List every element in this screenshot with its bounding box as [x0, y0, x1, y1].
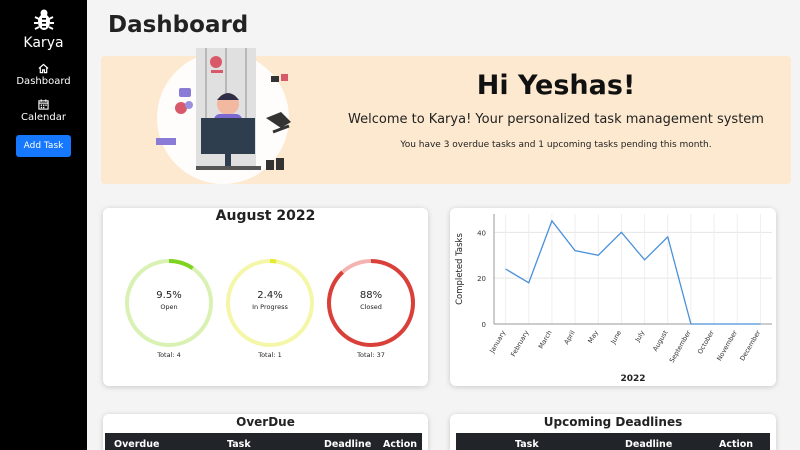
- open-label: Open: [160, 303, 178, 311]
- column-header-overdue: Overdue: [114, 439, 160, 450]
- column-header-deadline: Deadline: [625, 439, 673, 450]
- welcome-banner: Hi Yeshas! Welcome to Karya! Your person…: [101, 48, 791, 184]
- x-tick-label: May: [586, 329, 600, 345]
- x-tick-label: November: [715, 329, 739, 363]
- x-tick-label: October: [696, 329, 716, 356]
- column-header-task: Task: [227, 439, 251, 450]
- closed-label: Closed: [360, 303, 382, 311]
- x-tick-label: August: [651, 329, 670, 353]
- greeting: Hi Yeshas!: [476, 70, 636, 101]
- monthly-summary-card: August 2022 9.5% Open Total: 4 2.4% In P…: [103, 208, 428, 386]
- upcoming-deadlines-card: Upcoming Deadlines Task Deadline Action: [450, 414, 776, 450]
- stat-open: 9.5% Open Total: 4: [124, 258, 214, 359]
- closed-total: Total: 37: [357, 351, 385, 359]
- x-axis-title: 2022: [620, 374, 645, 384]
- bug-icon: [33, 9, 54, 30]
- x-tick-label: July: [633, 329, 646, 344]
- open-total: Total: 4: [157, 351, 181, 359]
- sidebar-item-calendar[interactable]: Calendar: [0, 99, 87, 123]
- y-tick-label: 40: [477, 229, 486, 237]
- x-tick-label: September: [668, 329, 693, 364]
- sidebar-item-dashboard[interactable]: Dashboard: [0, 63, 87, 87]
- x-tick-label: April: [562, 329, 576, 346]
- y-tick-label: 20: [477, 275, 486, 283]
- page-title: Dashboard: [108, 12, 249, 38]
- upcoming-title: Upcoming Deadlines: [543, 415, 683, 429]
- closed-percent: 88%: [359, 290, 383, 301]
- column-header-action: Action: [719, 439, 754, 450]
- in-progress-percent: 2.4%: [257, 290, 283, 301]
- summary-month-title: August 2022: [215, 208, 316, 224]
- overdue-table-header: Overdue Task Deadline Action: [105, 433, 422, 450]
- brand-name: Karya: [23, 35, 64, 51]
- in-progress-label: In Progress: [252, 303, 288, 311]
- y-axis-title: Completed Tasks: [455, 233, 465, 305]
- stat-closed: 88% Closed Total: 37: [326, 258, 416, 359]
- column-header-action: Action: [383, 439, 418, 450]
- x-tick-label: February: [509, 329, 530, 358]
- x-tick-label: January: [488, 329, 508, 355]
- open-percent: 9.5%: [156, 290, 182, 301]
- x-tick-label: December: [738, 329, 762, 362]
- calendar-icon: [38, 99, 49, 110]
- overdue-title: OverDue: [236, 415, 295, 429]
- add-task-button[interactable]: Add Task: [16, 135, 71, 157]
- stat-in-progress: 2.4% In Progress Total: 1: [225, 258, 315, 359]
- x-tick-label: March: [537, 329, 554, 350]
- overdue-card: OverDue Overdue Task Deadline Action: [103, 414, 428, 450]
- sidebar-item-label: Calendar: [21, 112, 66, 123]
- x-tick-label: June: [609, 329, 624, 346]
- column-header-task: Task: [515, 439, 539, 450]
- y-tick-label: 0: [482, 321, 486, 329]
- column-header-deadline: Deadline: [324, 439, 372, 450]
- in-progress-total: Total: 1: [258, 351, 282, 359]
- home-icon: [38, 63, 49, 74]
- welcome-message: Welcome to Karya! Your personalized task…: [348, 112, 764, 127]
- upcoming-table-header: Task Deadline Action: [456, 433, 770, 450]
- sidebar-item-label: Dashboard: [16, 76, 71, 87]
- sidebar: Karya Dashboard Calendar Add Task: [0, 0, 87, 450]
- completed-tasks-chart: 0 20 40 January February March April May June Jul…: [455, 214, 772, 384]
- completed-tasks-chart-card: 0 20 40 January February March April May June Jul…: [450, 208, 776, 386]
- person-at-desk-illustration: [156, 48, 291, 184]
- completed-tasks-line: [505, 219, 761, 325]
- pending-tasks-summary: You have 3 overdue tasks and 1 upcoming …: [400, 140, 712, 150]
